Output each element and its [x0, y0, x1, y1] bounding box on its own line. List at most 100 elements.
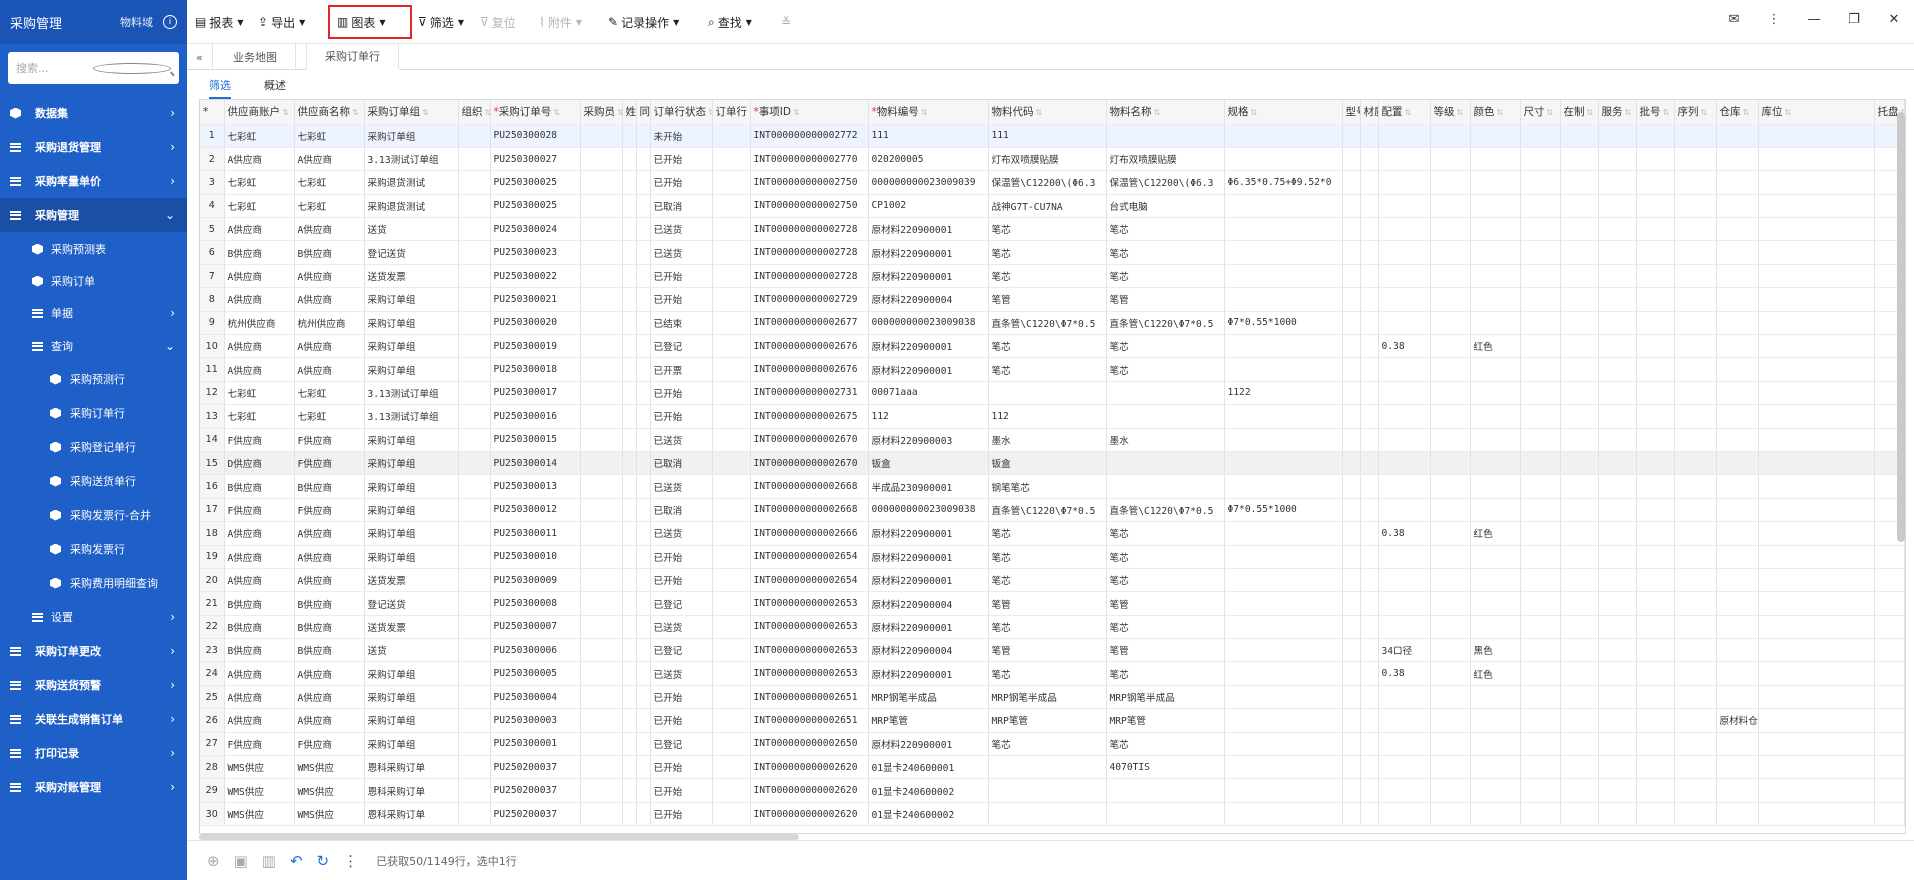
vertical-scrollbar[interactable]: [1897, 112, 1905, 542]
table-cell[interactable]: [636, 615, 651, 640]
table-cell[interactable]: [1378, 802, 1431, 827]
table-cell[interactable]: [1716, 287, 1759, 312]
table-cell[interactable]: [1598, 661, 1637, 686]
table-cell[interactable]: [1758, 124, 1875, 148]
table-cell[interactable]: 七彩虹: [294, 381, 365, 406]
table-cell[interactable]: [712, 404, 751, 429]
table-cell[interactable]: [580, 661, 623, 686]
table-cell[interactable]: A供应商: [294, 708, 365, 733]
table-cell[interactable]: [1342, 428, 1361, 452]
table-cell[interactable]: 直条管\C1220\Φ7*0.5: [1106, 311, 1225, 336]
table-cell[interactable]: A供应商: [294, 661, 365, 686]
table-cell[interactable]: 已开始: [650, 147, 713, 172]
table-cell[interactable]: [622, 545, 637, 569]
table-row[interactable]: 14 F供应商 F供应商 采购订单组 PU250300015 已送货 INT00000000…: [200, 428, 1905, 452]
sort-icon[interactable]: ⇅: [1743, 108, 1750, 117]
table-cell[interactable]: [1598, 591, 1637, 616]
table-cell[interactable]: [458, 381, 491, 406]
table-cell[interactable]: A供应商: [224, 287, 295, 312]
row-number[interactable]: 11: [200, 357, 225, 382]
table-cell[interactable]: [1470, 685, 1521, 710]
table-cell[interactable]: [1636, 568, 1675, 593]
table-cell[interactable]: [1674, 685, 1717, 710]
table-cell[interactable]: [1470, 194, 1521, 219]
table-cell[interactable]: [580, 170, 623, 195]
table-cell[interactable]: [1598, 311, 1637, 336]
table-cell[interactable]: 020200005: [868, 147, 989, 172]
table-cell[interactable]: PU250300005: [490, 661, 581, 686]
table-cell[interactable]: [1378, 404, 1431, 429]
table-cell[interactable]: [1874, 708, 1905, 733]
table-cell[interactable]: [1342, 755, 1361, 780]
table-cell[interactable]: [1520, 545, 1561, 569]
table-cell[interactable]: [458, 591, 491, 616]
table-cell[interactable]: A供应商: [224, 334, 295, 359]
table-cell[interactable]: 已取消: [650, 498, 713, 523]
table-cell[interactable]: [1758, 778, 1875, 803]
table-cell[interactable]: 笔芯: [988, 264, 1107, 289]
table-cell[interactable]: 采购退货测试: [364, 194, 459, 219]
table-cell[interactable]: WMS供应: [224, 802, 295, 827]
table-cell[interactable]: [458, 311, 491, 336]
table-cell[interactable]: [1560, 615, 1599, 640]
table-row[interactable]: 20 A供应商 A供应商 送货发票 PU250300009 已开始 INT000000000…: [200, 568, 1905, 593]
sidebar-item[interactable]: 采购预测行: [0, 362, 187, 396]
table-cell[interactable]: [1560, 591, 1599, 616]
sidebar-item[interactable]: 设置 ›: [0, 600, 187, 634]
table-cell[interactable]: [1430, 170, 1471, 195]
refresh-icon[interactable]: ↻: [317, 852, 330, 870]
search-icon[interactable]: [92, 62, 171, 74]
table-row[interactable]: 6 B供应商 B供应商 登记送货 PU250300023 已送货 INT0000000000…: [200, 240, 1905, 265]
table-cell[interactable]: [1560, 381, 1599, 406]
table-cell[interactable]: [622, 638, 637, 663]
table-cell[interactable]: [1758, 217, 1875, 242]
table-cell[interactable]: [1716, 404, 1759, 429]
table-cell[interactable]: [1342, 311, 1361, 336]
table-cell[interactable]: 笔芯: [1106, 615, 1225, 640]
table-cell[interactable]: Φ7*0.55*1000: [1224, 311, 1343, 336]
table-cell[interactable]: [1716, 802, 1759, 827]
sort-icon[interactable]: ⇅: [352, 108, 359, 117]
table-row[interactable]: 7 A供应商 A供应商 送货发票 PU250300022 已开始 INT0000000000…: [200, 264, 1905, 289]
table-cell[interactable]: [1758, 170, 1875, 195]
table-cell[interactable]: [1520, 428, 1561, 452]
table-cell[interactable]: [622, 732, 637, 757]
table-cell[interactable]: [1716, 591, 1759, 616]
table-cell[interactable]: [712, 474, 751, 499]
table-cell[interactable]: [458, 240, 491, 265]
row-number[interactable]: 7: [200, 264, 225, 289]
table-cell[interactable]: [1758, 615, 1875, 640]
table-cell[interactable]: [712, 732, 751, 757]
table-cell[interactable]: A供应商: [294, 264, 365, 289]
table-cell[interactable]: INT000000000002666: [750, 521, 869, 546]
table-cell[interactable]: [1636, 474, 1675, 499]
table-cell[interactable]: 采购订单组: [364, 428, 459, 452]
table-cell[interactable]: 七彩虹: [224, 194, 295, 219]
table-cell[interactable]: [1342, 732, 1361, 757]
table-cell[interactable]: [712, 615, 751, 640]
table-cell[interactable]: [580, 287, 623, 312]
table-cell[interactable]: [458, 474, 491, 499]
table-cell[interactable]: 00071aaa: [868, 381, 989, 406]
table-cell[interactable]: [1342, 264, 1361, 289]
table-cell[interactable]: [1430, 568, 1471, 593]
table-cell[interactable]: [1342, 685, 1361, 710]
table-cell[interactable]: [1342, 591, 1361, 616]
row-number[interactable]: 17: [200, 498, 225, 523]
table-cell[interactable]: [1470, 170, 1521, 195]
row-number[interactable]: 18: [200, 521, 225, 546]
table-cell[interactable]: [1360, 732, 1379, 757]
table-cell[interactable]: [1520, 778, 1561, 803]
table-cell[interactable]: [712, 194, 751, 219]
column-header[interactable]: 等级 ⇅: [1430, 100, 1471, 125]
subtab-filter[interactable]: 筛选: [209, 77, 231, 99]
table-cell[interactable]: [1224, 802, 1343, 827]
table-cell[interactable]: [1224, 357, 1343, 382]
table-cell[interactable]: [580, 357, 623, 382]
table-cell[interactable]: [1360, 194, 1379, 219]
table-row[interactable]: 10 A供应商 A供应商 采购订单组 PU250300019 已登记 INT00000000…: [200, 334, 1905, 359]
table-cell[interactable]: [1470, 568, 1521, 593]
table-cell[interactable]: [1470, 311, 1521, 336]
column-header[interactable]: 配置 ⇅: [1378, 100, 1431, 125]
table-cell[interactable]: 原材料220900001: [868, 334, 989, 359]
